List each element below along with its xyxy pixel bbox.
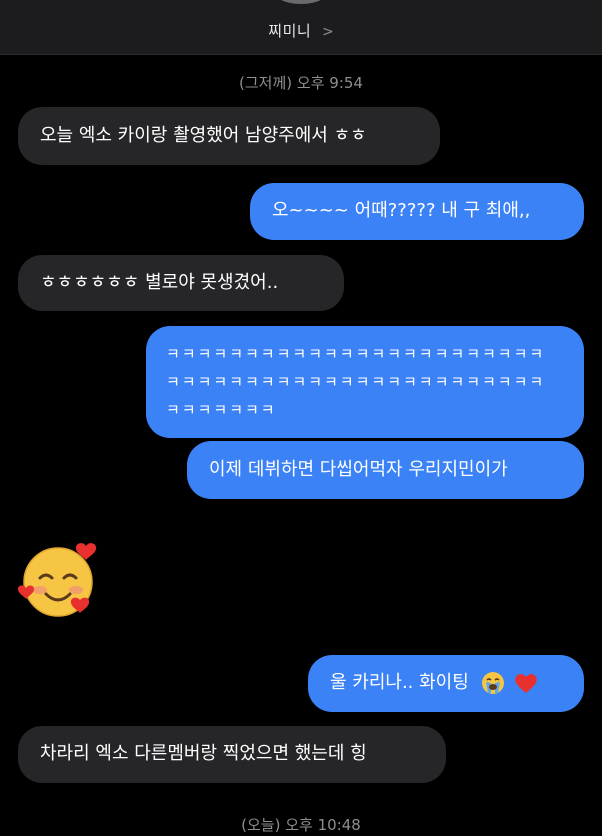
- contact-name: 찌미니: [268, 22, 312, 40]
- message-text: 이제 데뷔하면 다씹어먹자 우리지민이가: [209, 459, 508, 480]
- message-bubble-outgoing[interactable]: 이제 데뷔하면 다씹어먹자 우리지민이가: [187, 441, 584, 499]
- message-text-line: ㅋㅋㅋㅋㅋㅋㅋ: [166, 401, 277, 419]
- message-bubble-incoming[interactable]: ㅎㅎㅎㅎㅎㅎ 별로야 못생겼어..: [18, 255, 344, 311]
- red-heart-icon: [515, 674, 537, 693]
- timestamp-second: (오늘) 오후 10:48: [241, 816, 361, 834]
- message-bubble-outgoing[interactable]: ㅋㅋㅋㅋㅋㅋㅋㅋㅋㅋㅋㅋㅋㅋㅋㅋㅋㅋㅋㅋㅋㅋㅋㅋ ㅋㅋㅋㅋㅋㅋㅋㅋㅋㅋㅋㅋㅋㅋㅋ…: [146, 326, 584, 438]
- conversation-header: 찌미니 >: [0, 0, 602, 55]
- message-bubble-incoming[interactable]: 차라리 엑소 다른멤버랑 찍었으면 했는데 힝: [18, 726, 446, 783]
- chevron-right-icon: >: [321, 24, 334, 40]
- message-text: ㅎㅎㅎㅎㅎㅎ 별로야 못생겼어..: [40, 272, 279, 293]
- message-bubble-incoming[interactable]: 오늘 엑소 카이랑 촬영했어 남양주에서 ㅎㅎ: [18, 107, 440, 165]
- message-bubble-outgoing[interactable]: 오~~~~ 어때????? 내 구 최애,,: [250, 183, 584, 240]
- contact-avatar[interactable]: [270, 0, 332, 4]
- message-text: 차라리 엑소 다른멤버랑 찍었으면 했는데 힝: [40, 743, 367, 764]
- message-text-line: ㅋㅋㅋㅋㅋㅋㅋㅋㅋㅋㅋㅋㅋㅋㅋㅋㅋㅋㅋㅋㅋㅋㅋㅋ: [166, 373, 546, 391]
- timestamp-first: (그저께) 오후 9:54: [239, 74, 363, 92]
- contact-name-button[interactable]: 찌미니 >: [0, 20, 602, 41]
- message-text-line: ㅋㅋㅋㅋㅋㅋㅋㅋㅋㅋㅋㅋㅋㅋㅋㅋㅋㅋㅋㅋㅋㅋㅋㅋ: [166, 345, 546, 363]
- loudly-crying-face-icon: [481, 672, 504, 694]
- smiling-face-with-hearts-icon[interactable]: [18, 538, 102, 622]
- message-text: 울 카리나.. 화이팅: [330, 672, 469, 693]
- message-text: 오늘 엑소 카이랑 촬영했어 남양주에서 ㅎㅎ: [40, 125, 367, 146]
- message-bubble-outgoing[interactable]: 울 카리나.. 화이팅: [308, 655, 584, 712]
- message-text: 오~~~~ 어때????? 내 구 최애,,: [272, 200, 531, 221]
